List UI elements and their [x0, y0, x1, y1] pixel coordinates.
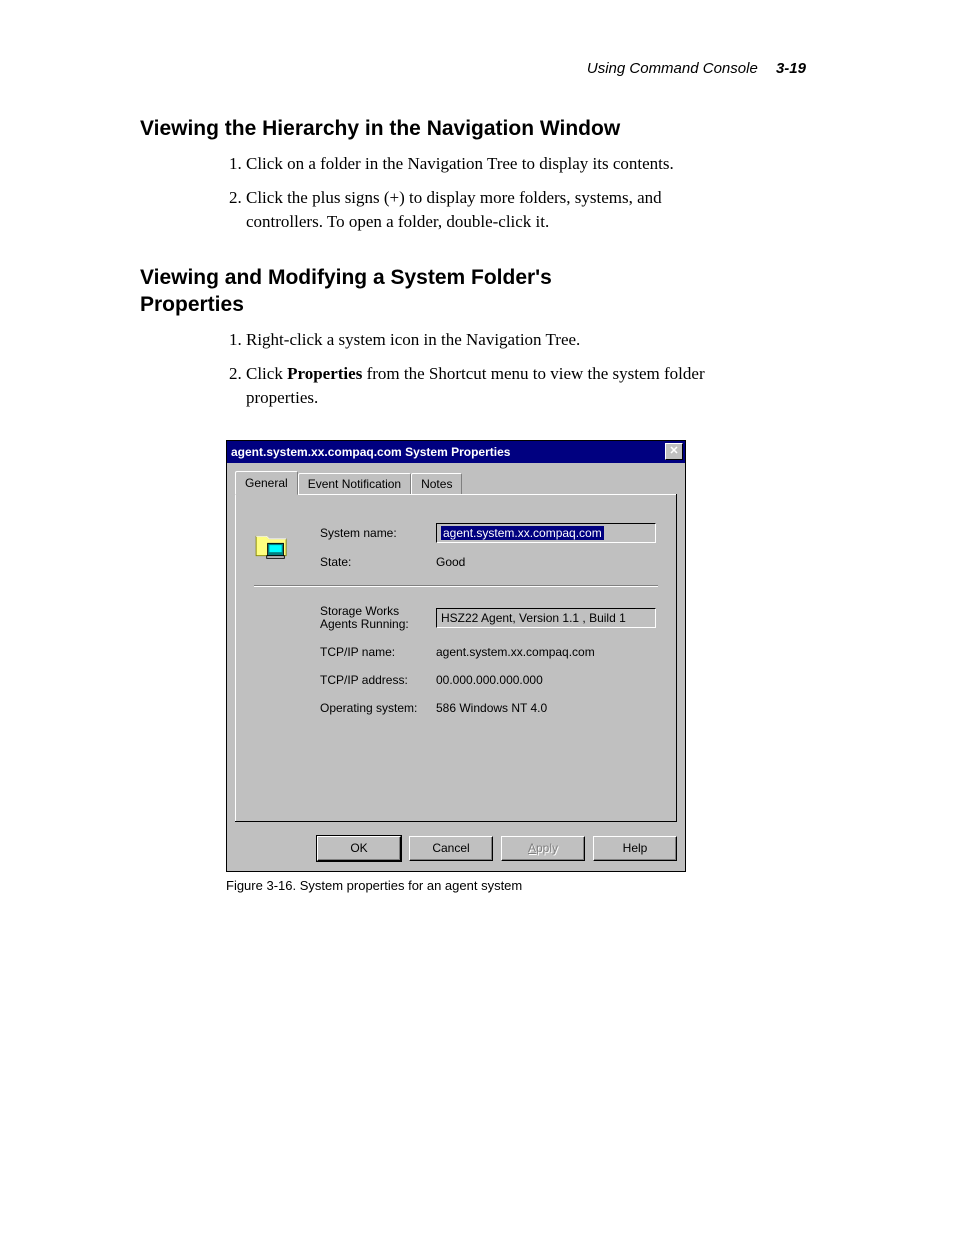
window-title: agent.system.xx.compaq.com System Proper…	[231, 445, 665, 459]
tab-general[interactable]: General	[235, 471, 298, 495]
label-agents-line1: Storage Works	[320, 604, 399, 618]
separator	[254, 585, 658, 587]
label-agents-line2: Agents Running:	[320, 617, 409, 631]
help-button[interactable]: Help	[593, 836, 677, 861]
step-1: Right-click a system icon in the Navigat…	[246, 328, 726, 352]
steps-system-folder-properties: Right-click a system icon in the Navigat…	[226, 328, 844, 409]
value-state: Good	[436, 555, 658, 569]
steps-navigation-hierarchy: Click on a folder in the Navigation Tree…	[226, 152, 844, 233]
system-folder-icon	[254, 531, 314, 561]
tab-notes[interactable]: Notes	[411, 473, 462, 494]
step-1: Click on a folder in the Navigation Tree…	[246, 152, 726, 176]
step2-pre: Click	[246, 364, 287, 383]
label-state: State:	[320, 555, 430, 569]
tab-panel-general: System name: agent.system.xx.compaq.com …	[235, 494, 677, 822]
cancel-button[interactable]: Cancel	[409, 836, 493, 861]
ok-button[interactable]: OK	[317, 836, 401, 861]
tab-row: General Event Notification Notes	[227, 463, 685, 494]
dialog-window: agent.system.xx.compaq.com System Proper…	[226, 440, 686, 872]
label-agents-running: Storage Works Agents Running:	[320, 605, 430, 631]
heading-navigation-hierarchy: Viewing the Hierarchy in the Navigation …	[140, 115, 844, 142]
header-section-title: Using Command Console	[587, 60, 758, 77]
label-tcpip-address: TCP/IP address:	[320, 673, 430, 687]
folder-computer-icon	[254, 531, 290, 561]
header-page-number: 3-19	[776, 60, 806, 77]
close-icon: ✕	[669, 446, 678, 457]
value-system-name: agent.system.xx.compaq.com	[441, 526, 604, 540]
apply-button: Apply	[501, 836, 585, 861]
figure-system-properties-dialog: agent.system.xx.compaq.com System Proper…	[226, 440, 844, 872]
dialog-button-row: OK Cancel Apply Help	[227, 830, 685, 871]
heading-system-folder-properties: Viewing and Modifying a System Folder's …	[140, 264, 560, 319]
figure-caption: Figure 3-16. System properties for an ag…	[226, 878, 844, 893]
label-tcpip-name: TCP/IP name:	[320, 645, 430, 659]
apply-accesskey: A	[528, 841, 536, 855]
value-tcpip-name: agent.system.xx.compaq.com	[436, 645, 658, 659]
input-system-name[interactable]: agent.system.xx.compaq.com	[436, 523, 656, 543]
label-system-name: System name:	[320, 526, 430, 540]
step2-bold: Properties	[287, 364, 362, 383]
titlebar: agent.system.xx.compaq.com System Proper…	[227, 441, 685, 463]
tab-event-notification[interactable]: Event Notification	[298, 473, 411, 494]
step-2: Click Properties from the Shortcut menu …	[246, 362, 726, 410]
apply-rest: pply	[536, 841, 558, 855]
step-2: Click the plus signs (+) to display more…	[246, 186, 726, 234]
close-button[interactable]: ✕	[665, 443, 683, 460]
input-agents-running[interactable]: HSZ22 Agent, Version 1.1 , Build 1	[436, 608, 656, 628]
value-operating-system: 586 Windows NT 4.0	[436, 701, 658, 715]
running-header: Using Command Console 3-19	[587, 60, 806, 77]
value-tcpip-address: 00.000.000.000.000	[436, 673, 658, 687]
label-operating-system: Operating system:	[320, 701, 430, 715]
